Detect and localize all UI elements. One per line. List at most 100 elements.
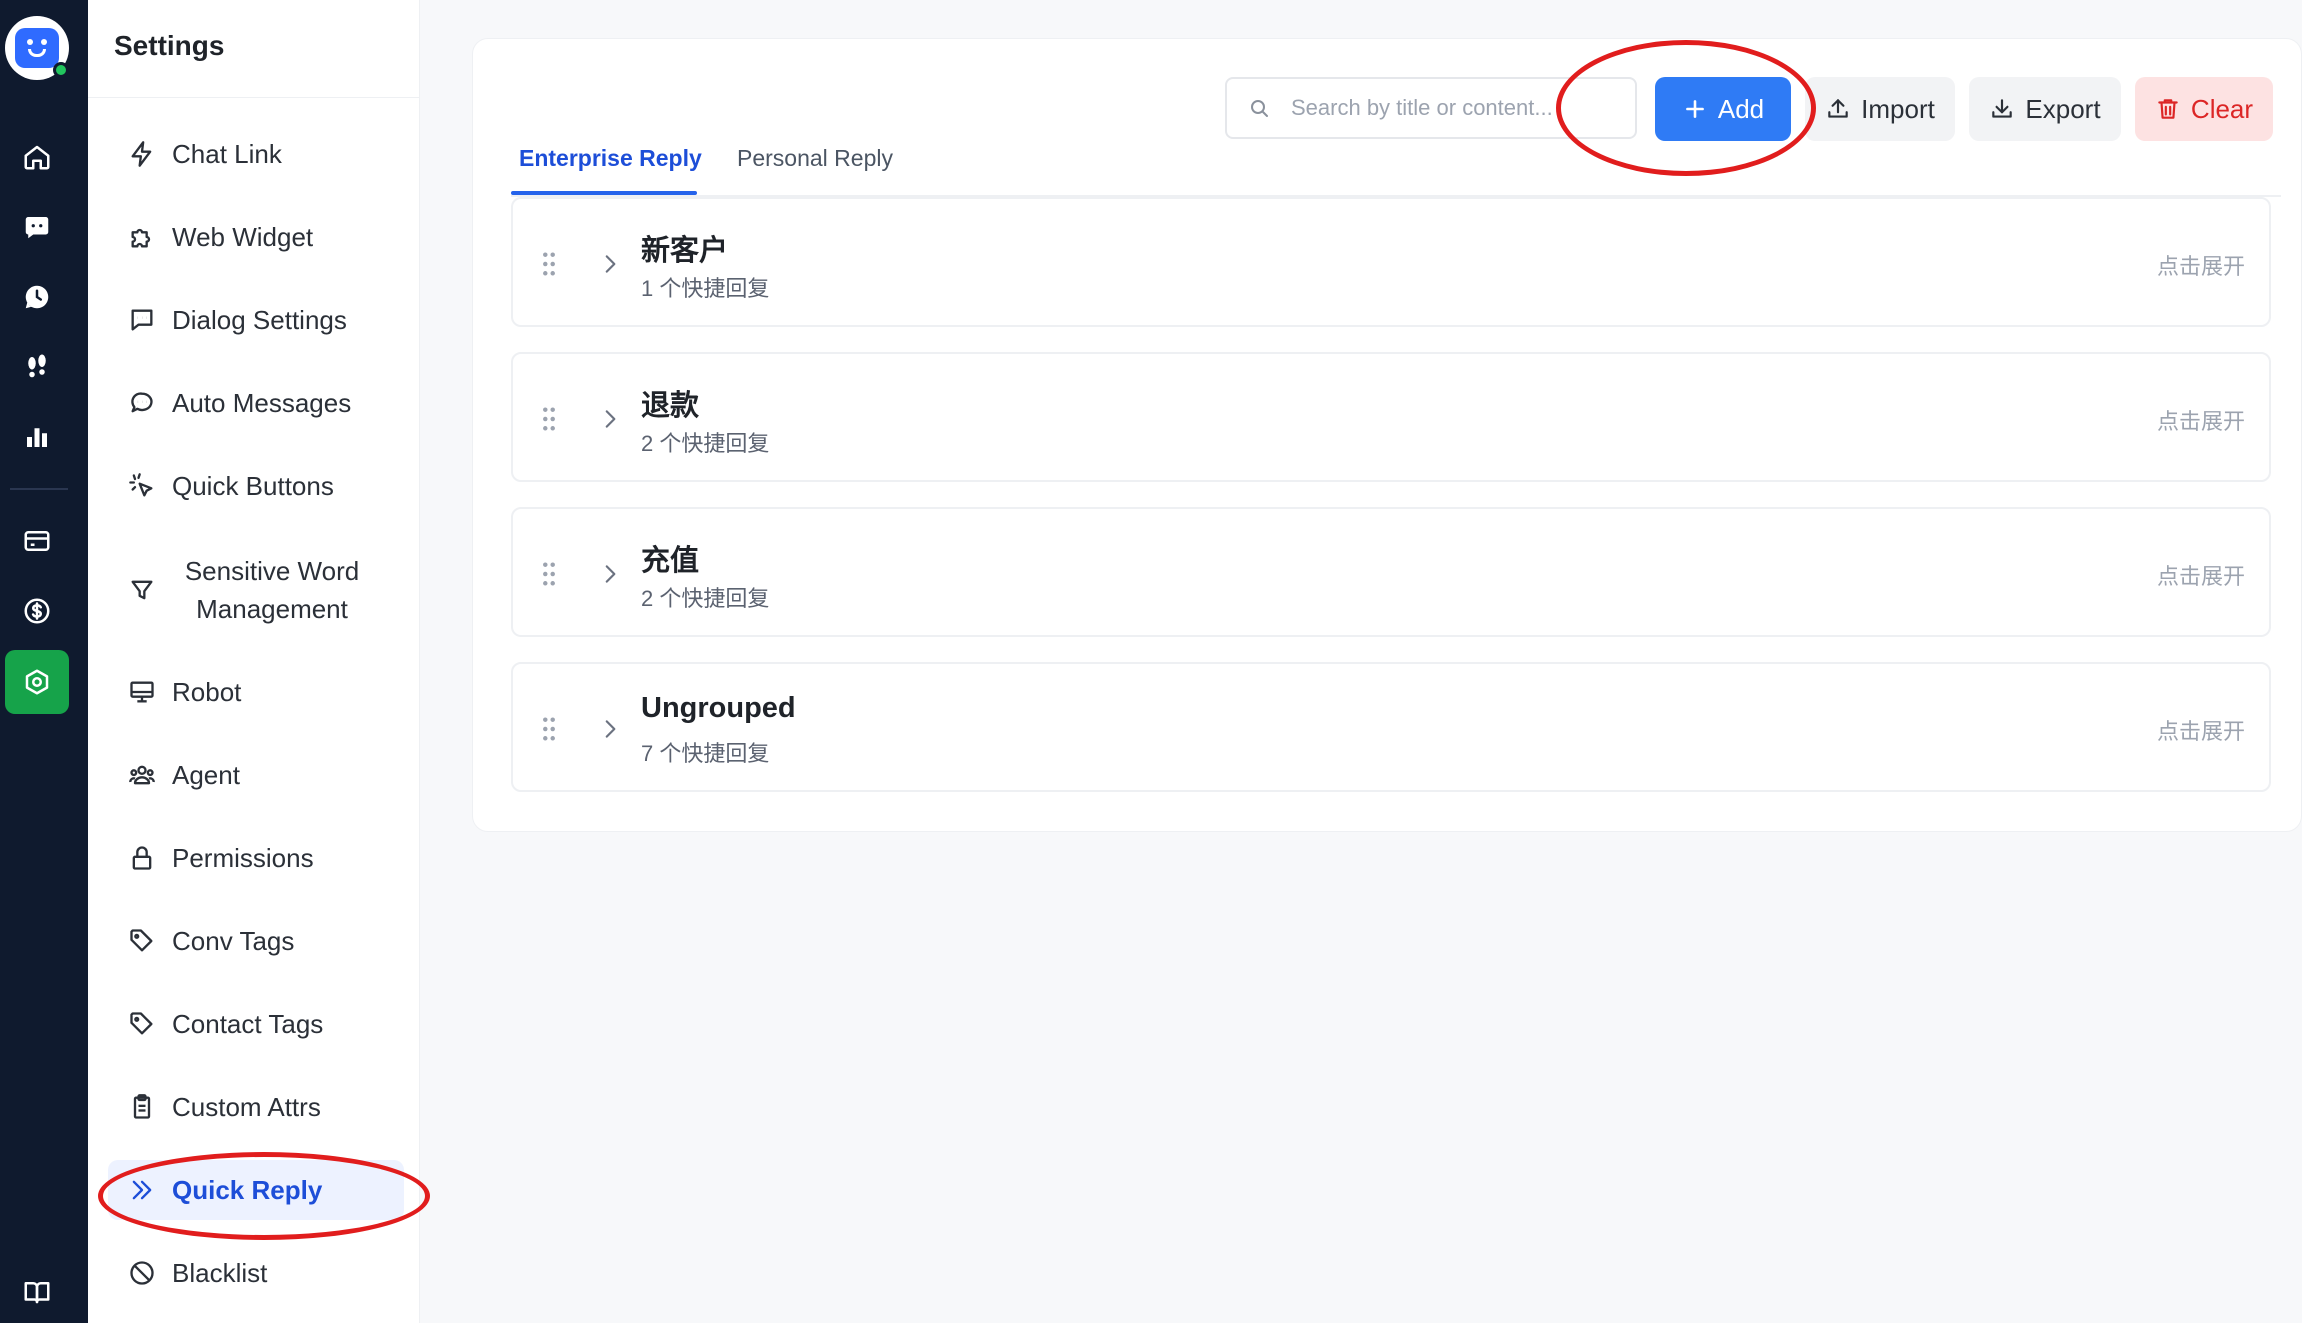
group-count: 1 个快捷回复 bbox=[641, 276, 770, 301]
sidebar-item-sensitive-word[interactable]: Sensitive Word Management bbox=[108, 548, 404, 632]
reply-group-row[interactable]: 新客户 1 个快捷回复 点击展开 bbox=[511, 197, 2271, 327]
search-icon bbox=[1251, 100, 1268, 117]
sidebar-item-label: Quick Buttons bbox=[172, 470, 334, 501]
reply-group-row[interactable]: 退款 2 个快捷回复 点击展开 bbox=[511, 352, 2271, 482]
settings-hex-icon[interactable] bbox=[5, 650, 69, 714]
users-icon bbox=[128, 761, 156, 789]
drag-handle-icon[interactable] bbox=[541, 561, 557, 587]
sidebar-item-label: Robot bbox=[172, 676, 242, 707]
lock-icon bbox=[128, 844, 156, 872]
trash-icon bbox=[2158, 99, 2178, 119]
sidebar-item-label: Web Widget bbox=[172, 221, 314, 252]
puzzle-icon bbox=[128, 223, 156, 251]
group-title: 退款 bbox=[641, 390, 700, 422]
sidebar-item-quick-buttons[interactable]: Quick Buttons bbox=[108, 456, 404, 516]
expand-link[interactable]: 点击展开 bbox=[2157, 714, 2245, 746]
sidebar-item-contact-tags[interactable]: Contact Tags bbox=[108, 994, 404, 1054]
drag-handle-icon[interactable] bbox=[541, 251, 557, 277]
sidebar-item-agent[interactable]: Agent bbox=[108, 745, 404, 805]
tag-icon bbox=[128, 927, 156, 955]
download-icon bbox=[1992, 99, 2013, 118]
sidebar-item-auto-messages[interactable]: Auto Messages bbox=[108, 373, 404, 433]
group-title: 新客户 bbox=[641, 235, 729, 267]
sidebar-item-blacklist[interactable]: Blacklist bbox=[108, 1243, 404, 1303]
sidebar-divider bbox=[88, 97, 420, 98]
book-icon[interactable] bbox=[9, 1270, 65, 1314]
chevron-right-icon[interactable] bbox=[597, 406, 623, 432]
chat-icon[interactable] bbox=[9, 199, 65, 255]
sidebar-item-label: Contact Tags bbox=[172, 1008, 324, 1039]
add-button[interactable]: Add bbox=[1655, 77, 1791, 141]
message-square-icon bbox=[128, 306, 156, 334]
monitor-icon bbox=[128, 678, 156, 706]
robot-face-icon bbox=[15, 28, 59, 68]
sidebar-item-label: Conv Tags bbox=[172, 925, 295, 956]
chevron-right-icon[interactable] bbox=[597, 716, 623, 742]
footprints-icon[interactable] bbox=[9, 339, 65, 395]
icon-rail bbox=[0, 0, 88, 1323]
reply-group-row[interactable]: Ungrouped 7 个快捷回复 点击展开 bbox=[511, 662, 2271, 792]
tag-icon bbox=[128, 1010, 156, 1038]
sidebar-item-dialog-settings[interactable]: Dialog Settings bbox=[108, 290, 404, 350]
history-icon[interactable] bbox=[9, 269, 65, 325]
plus-icon bbox=[1685, 100, 1704, 118]
clipboard-icon bbox=[128, 1093, 156, 1121]
sidebar-item-conv-tags[interactable]: Conv Tags bbox=[108, 911, 404, 971]
drag-handle-icon[interactable] bbox=[541, 406, 557, 432]
sidebar-title: Settings bbox=[114, 30, 225, 61]
online-status-dot bbox=[53, 62, 69, 78]
expand-link[interactable]: 点击展开 bbox=[2157, 249, 2245, 281]
sidebar-item-label: Auto Messages bbox=[172, 387, 352, 418]
search-box[interactable] bbox=[1225, 77, 1637, 139]
expand-link[interactable]: 点击展开 bbox=[2157, 404, 2245, 436]
sidebar-item-robot[interactable]: Robot bbox=[108, 662, 404, 722]
sidebar-item-quick-reply[interactable]: Quick Reply bbox=[108, 1160, 404, 1220]
home-icon[interactable] bbox=[9, 129, 65, 185]
group-title: 充值 bbox=[641, 545, 700, 577]
sidebar-item-label: Permissions bbox=[172, 842, 314, 873]
group-title: Ungrouped bbox=[641, 692, 796, 724]
chevron-right-icon[interactable] bbox=[597, 251, 623, 277]
search-input[interactable] bbox=[1291, 95, 1611, 121]
chevron-right-icon[interactable] bbox=[597, 561, 623, 587]
tab-personal-reply[interactable]: Personal Reply bbox=[737, 145, 893, 172]
group-count: 2 个快捷回复 bbox=[641, 586, 770, 611]
upload-icon bbox=[1828, 99, 1848, 118]
active-tab-indicator bbox=[511, 191, 697, 195]
expand-link[interactable]: 点击展开 bbox=[2157, 559, 2245, 591]
filter-icon bbox=[128, 576, 156, 604]
import-button-label: Import bbox=[1861, 93, 1935, 124]
add-button-label: Add bbox=[1717, 93, 1765, 124]
sidebar-item-label: Blacklist bbox=[172, 1257, 268, 1288]
double-chevron-right-icon bbox=[128, 1176, 156, 1204]
app-logo[interactable] bbox=[5, 16, 69, 80]
billing-card-icon[interactable] bbox=[9, 513, 65, 569]
sidebar-item-web-widget[interactable]: Web Widget bbox=[108, 207, 404, 267]
clear-button[interactable]: Clear bbox=[2135, 77, 2273, 141]
message-circle-icon bbox=[128, 389, 156, 417]
ban-icon bbox=[128, 1259, 156, 1287]
import-button[interactable]: Import bbox=[1805, 77, 1955, 141]
sidebar-item-label: Sensitive Word Management bbox=[184, 556, 360, 624]
dollar-icon[interactable] bbox=[9, 583, 65, 639]
group-count: 2 个快捷回复 bbox=[641, 431, 770, 456]
export-button-label: Export bbox=[2025, 93, 2101, 124]
sidebar-item-label: Quick Reply bbox=[172, 1174, 323, 1205]
sidebar-item-permissions[interactable]: Permissions bbox=[108, 828, 404, 888]
rail-divider bbox=[10, 488, 68, 490]
settings-sidebar: Settings Chat Link Web Widget Dialog Set… bbox=[88, 0, 420, 1323]
bar-chart-icon[interactable] bbox=[9, 409, 65, 465]
group-count: 7 个快捷回复 bbox=[641, 741, 770, 766]
pointer-click-icon bbox=[128, 472, 156, 500]
drag-handle-icon[interactable] bbox=[541, 716, 557, 742]
sidebar-item-chat-link[interactable]: Chat Link bbox=[108, 124, 404, 184]
export-button[interactable]: Export bbox=[1969, 77, 2121, 141]
sidebar-item-label: Custom Attrs bbox=[172, 1091, 321, 1122]
sidebar-item-custom-attrs[interactable]: Custom Attrs bbox=[108, 1077, 404, 1137]
reply-group-row[interactable]: 充值 2 个快捷回复 点击展开 bbox=[511, 507, 2271, 637]
tab-enterprise-reply[interactable]: Enterprise Reply bbox=[519, 145, 702, 172]
sidebar-item-label: Agent bbox=[172, 759, 240, 790]
quick-reply-panel: Enterprise Reply Personal Reply Add Impo… bbox=[472, 38, 2302, 832]
lightning-icon bbox=[128, 140, 156, 168]
sidebar-item-label: Chat Link bbox=[172, 138, 282, 169]
